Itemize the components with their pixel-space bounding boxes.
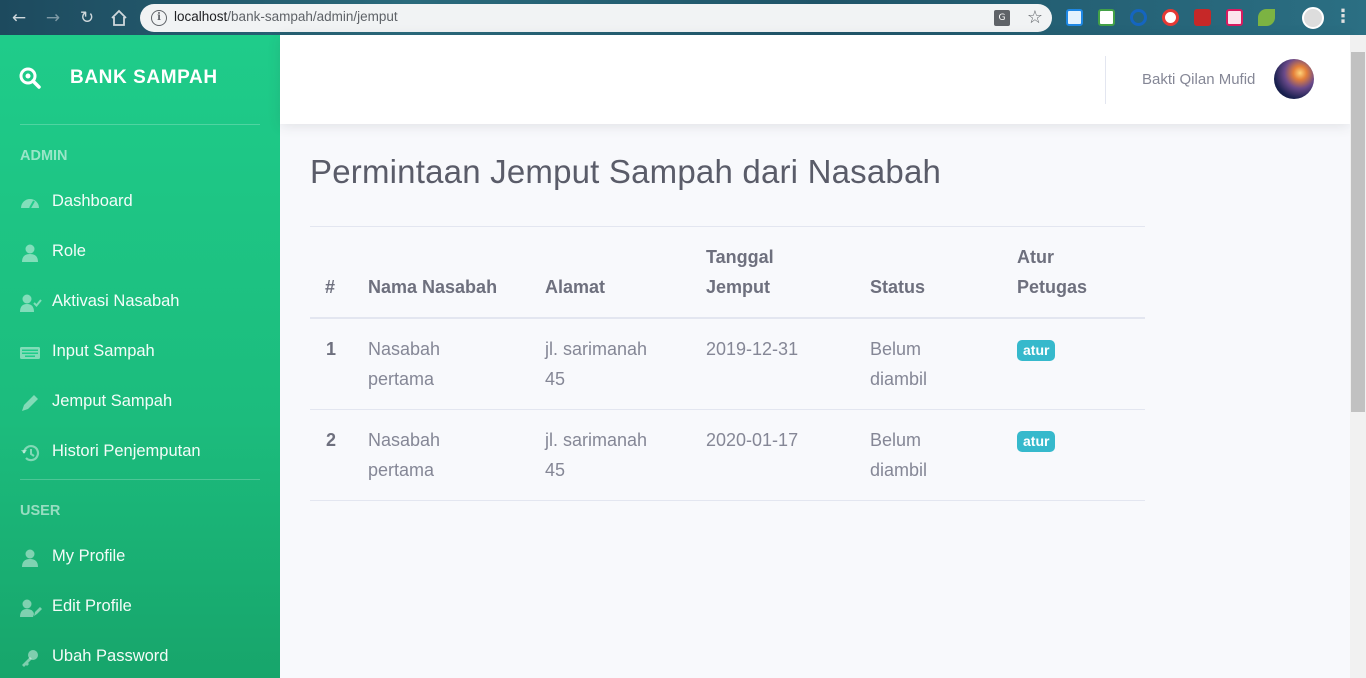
user-check-icon [20,294,42,312]
extension-icon[interactable] [1226,9,1243,26]
scrollbar-thumb[interactable] [1351,52,1365,412]
jemput-table: # Nama Nasabah Alamat Tanggal Jemput Sta… [310,226,1145,501]
history-icon [21,445,40,462]
sidebar-item-aktivasi-nasabah[interactable]: Aktivasi Nasabah [0,278,280,328]
keyboard-icon [20,347,40,359]
reload-icon[interactable]: ↻ [76,7,98,29]
profile-avatar-icon[interactable] [1302,7,1324,29]
cell-tanggal: 2020-01-17 [706,430,799,450]
bookmark-star-icon[interactable]: ☆ [1027,7,1043,28]
back-icon[interactable]: ← [8,7,30,29]
user-tie-icon [22,244,38,262]
cell-tanggal: 2019-12-31 [706,339,799,359]
user-icon [22,549,38,567]
browser-toolbar: ← → ↻ i localhost/bank-sampah/admin/jemp… [0,0,1366,35]
sidebar-item-edit-profile[interactable]: Edit Profile [0,583,280,633]
cell-alamat: jl. sarimanah 45 [545,430,648,480]
cell-nama: Nasabah pertama [368,430,441,480]
brand-name: BANK SAMPAH [70,67,218,88]
site-info-icon[interactable]: i [151,10,167,26]
sidebar-heading-admin: ADMIN [20,148,68,164]
translate-icon[interactable]: G [994,10,1010,26]
extension-icon[interactable] [1130,9,1147,26]
cell-num: 1 [326,339,337,359]
sidebar-item-ubah-password[interactable]: Ubah Password [0,633,280,678]
sidebar-item-dashboard[interactable]: Dashboard [0,178,280,228]
table-row: 2 Nasabah pertama jl. sarimanah 45 2020-… [310,410,1145,501]
header-num: # [325,277,336,297]
atur-button[interactable]: atur [1017,340,1056,361]
sidebar-divider [20,479,260,480]
atur-button[interactable]: atur [1017,431,1056,452]
cell-alamat: jl. sarimanah 45 [545,339,648,389]
sidebar: BANK SAMPAH ADMIN Dashboard Role Aktivas… [0,35,280,678]
avatar[interactable] [1274,59,1314,99]
sidebar-divider [20,124,260,125]
cell-status: Belum diambil [870,430,928,480]
sidebar-heading-user: USER [20,503,61,519]
header-alamat: Alamat [545,277,606,297]
extension-icon[interactable] [1162,9,1179,26]
home-icon[interactable] [108,7,130,29]
extension-icon[interactable] [1194,9,1211,26]
forward-icon[interactable]: → [42,7,64,29]
sidebar-item-histori-penjemputan[interactable]: Histori Penjemputan [0,428,280,478]
table-row: 1 Nasabah pertama jl. sarimanah 45 2019-… [310,319,1145,410]
pen-icon [22,395,38,411]
search-dollar-icon [19,67,41,89]
sidebar-item-jemput-sampah[interactable]: Jemput Sampah [0,378,280,428]
table-header: # Nama Nasabah Alamat Tanggal Jemput Sta… [310,227,1145,319]
cell-nama: Nasabah pertama [368,339,441,389]
topbar: Bakti Qilan Mufid [280,35,1350,124]
address-bar[interactable]: i localhost/bank-sampah/admin/jemput G ☆ [140,4,1052,32]
browser-menu-icon[interactable]: ⋮ [1334,6,1352,28]
extension-icon[interactable] [1066,9,1083,26]
topbar-divider [1105,56,1106,104]
cell-status: Belum diambil [870,339,928,389]
page-title: Permintaan Jemput Sampah dari Nasabah [310,153,942,190]
sidebar-brand[interactable]: BANK SAMPAH [0,35,280,124]
header-status: Status [870,277,926,297]
header-nama-nasabah: Nama Nasabah [368,277,498,297]
sidebar-item-role[interactable]: Role [0,228,280,278]
sidebar-item-my-profile[interactable]: My Profile [0,533,280,583]
url-text[interactable]: localhost/bank-sampah/admin/jemput [174,9,398,24]
extension-icon[interactable] [1098,9,1115,26]
key-icon [22,650,38,667]
header-tanggal-jemput: Tanggal Jemput [706,247,774,297]
user-edit-icon [20,599,42,617]
cell-num: 2 [326,430,337,450]
extension-icon[interactable] [1258,9,1275,26]
user-name[interactable]: Bakti Qilan Mufid [1142,71,1255,88]
header-atur-petugas: Atur Petugas [1017,247,1088,297]
sidebar-item-input-sampah[interactable]: Input Sampah [0,328,280,378]
tachometer-icon [21,199,39,209]
